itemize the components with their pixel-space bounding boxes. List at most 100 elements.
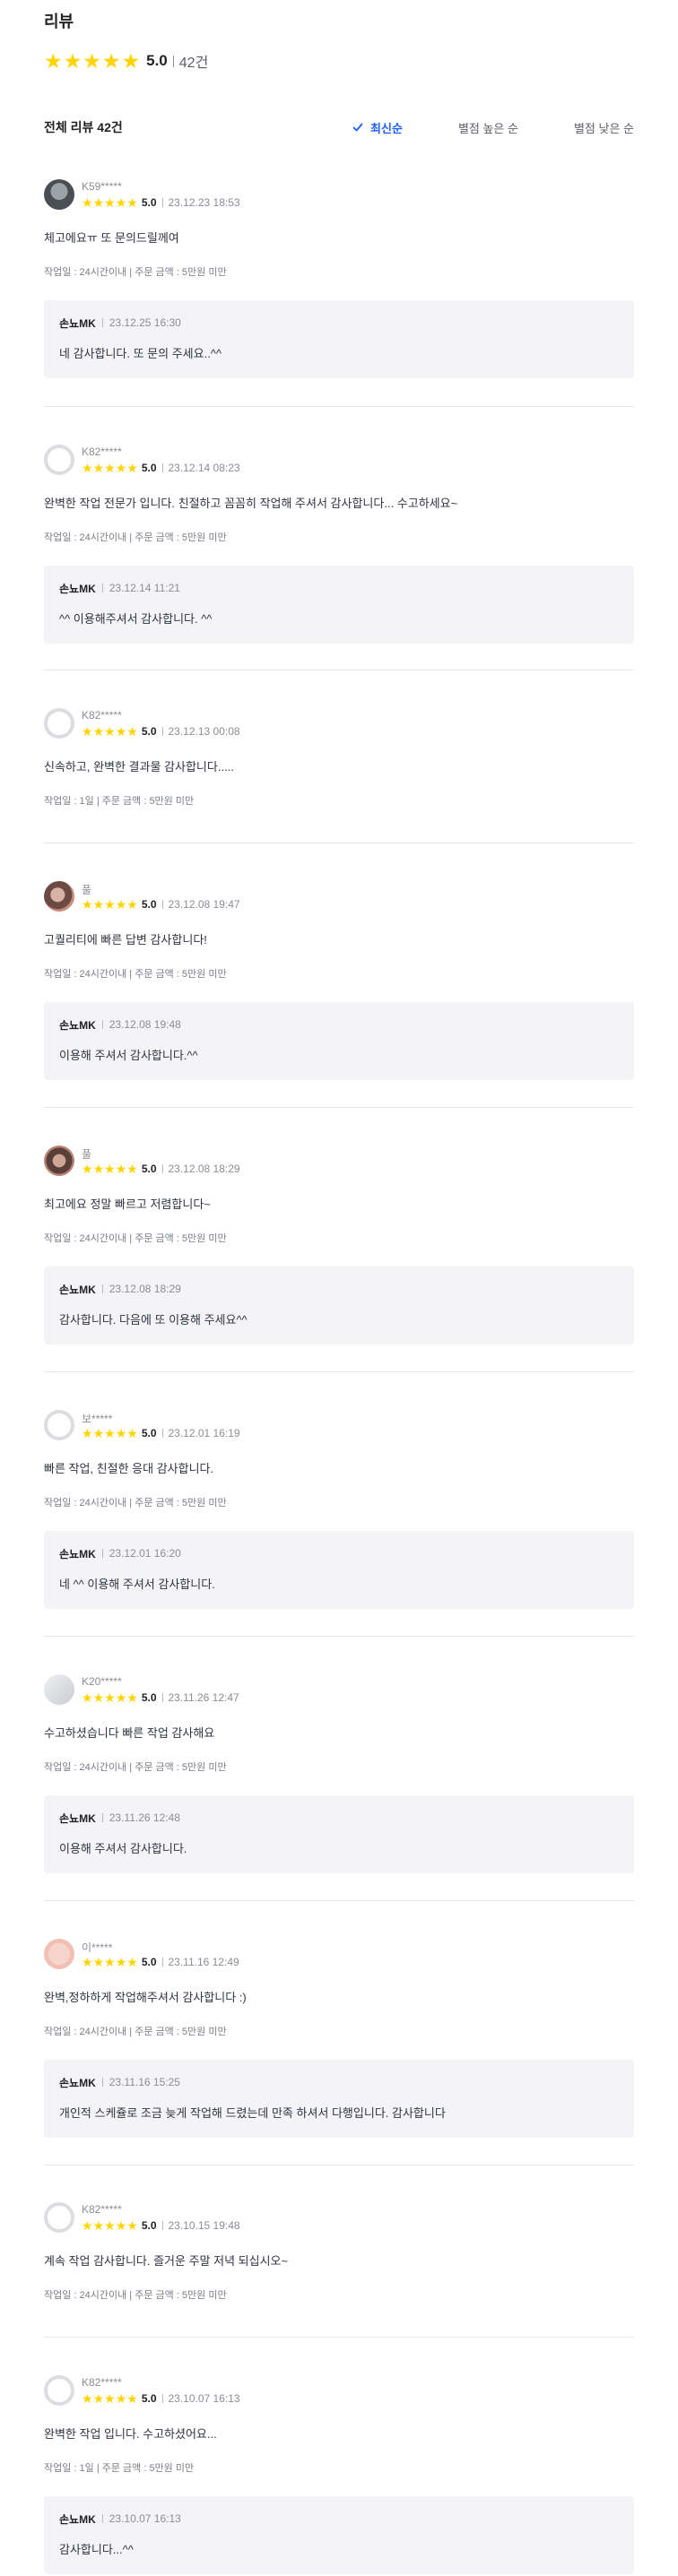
avatar <box>44 445 74 475</box>
star-icon: ★ <box>92 1162 105 1176</box>
review-stars: ★ ★ ★ ★ ★ <box>82 1427 138 1439</box>
review-date: 23.12.13 00:08 <box>168 725 240 738</box>
reviewer-nickname: 풀 <box>82 884 92 896</box>
avatar <box>44 1145 74 1176</box>
star-icon: ★ <box>92 195 105 210</box>
star-icon: ★ <box>104 2391 116 2406</box>
star-icon: ★ <box>115 461 127 475</box>
reply-date: 23.11.26 12:48 <box>109 1811 180 1824</box>
seller-reply: 손뇨MK 23.12.25 16:30 네 감사합니다. 또 문의 주세요..^^ <box>44 300 634 378</box>
divider <box>161 1693 163 1702</box>
review-score: 5.0 <box>141 898 157 911</box>
reply-date: 23.12.08 18:29 <box>109 1283 181 1295</box>
review-meta: 작업일 : 1일 | 주문 금액 : 5만원 미만 <box>44 2463 195 2474</box>
reviews-page: 리뷰 ★ ★ ★ ★ ★ 5.0 42건 전체 리뷰 42건 최신순 별점 높은… <box>0 0 678 2576</box>
reply-author: 손뇨MK <box>59 2512 96 2526</box>
avatar <box>44 179 74 210</box>
star-icon: ★ <box>92 461 105 475</box>
star-icon: ★ <box>126 1426 138 1440</box>
reply-text: 이용해 주셔서 감사합니다.^^ <box>59 1049 198 1062</box>
star-icon: ★ <box>115 195 127 210</box>
review-score: 5.0 <box>141 2219 157 2232</box>
star-icon: ★ <box>115 2391 127 2406</box>
avatar <box>44 1939 74 1969</box>
star-icon: ★ <box>115 724 127 739</box>
review-header: K82***** ★ ★ ★ ★ ★ 5.0 23.12.14 08:23 <box>44 445 634 480</box>
divider <box>161 727 163 736</box>
star-icon: ★ <box>92 1955 105 1969</box>
divider <box>161 900 163 909</box>
review-score: 5.0 <box>141 1956 157 1968</box>
reply-text: 감사합니다. 다음에 또 이용해 주세요^^ <box>59 1313 248 1327</box>
review-header: 풀 ★ ★ ★ ★ ★ 5.0 23.12.08 19:47 <box>44 881 634 917</box>
review-item: K82***** ★ ★ ★ ★ ★ 5.0 23.10.07 16:13 완벽한 작업 입니다… <box>44 2375 634 2574</box>
review-rating: ★ ★ ★ ★ ★ 5.0 23.12.13 00:08 <box>82 724 240 739</box>
review-date: 23.12.23 18:53 <box>168 196 240 209</box>
review-item: 풀 ★ ★ ★ ★ ★ 5.0 23.12.08 19:47 고퀄리티에 빠른 답변 감사합니다… <box>44 881 634 1080</box>
summary-stars: ★ ★ ★ ★ ★ <box>44 48 141 73</box>
seller-reply: 손뇨MK 23.10.07 16:13 감사합니다...^^ <box>44 2496 634 2574</box>
reviewer-nickname: K59***** <box>82 180 122 193</box>
review-meta: 작업일 : 24시간이내 | 주문 금액 : 5만원 미만 <box>44 2290 227 2301</box>
review-header: K59***** ★ ★ ★ ★ ★ 5.0 23.12.23 18:53 <box>44 179 634 215</box>
reply-author: 손뇨MK <box>59 316 96 330</box>
star-icon: ★ <box>126 1690 138 1705</box>
review-meta: 작업일 : 24시간이내 | 주문 금액 : 5만원 미만 <box>44 2027 227 2037</box>
divider <box>161 1164 163 1173</box>
star-icon: ★ <box>115 1955 127 1969</box>
reviewer-nickname: K82***** <box>82 445 122 458</box>
star-icon: ★ <box>104 461 116 475</box>
review-item: K82***** ★ ★ ★ ★ ★ 5.0 23.10.15 19:48 계속 작업 감사합니… <box>44 2202 634 2302</box>
reviewer-nickname: 보***** <box>82 1413 113 1425</box>
seller-reply: 손뇨MK 23.12.01 16:20 네 ^^ 이용해 주셔서 감사합니다. <box>44 1531 634 1609</box>
divider <box>161 2394 163 2403</box>
star-icon: ★ <box>115 1426 127 1440</box>
review-score: 5.0 <box>141 1427 157 1439</box>
star-icon: ★ <box>82 897 93 912</box>
star-icon: ★ <box>92 2391 105 2406</box>
avatar <box>44 2202 74 2233</box>
average-rating: 5.0 <box>146 52 168 69</box>
star-icon: ★ <box>44 48 63 73</box>
reply-text: 감사합니다...^^ <box>59 2543 134 2556</box>
review-rating: ★ ★ ★ ★ ★ 5.0 23.11.16 12:49 <box>82 1955 239 1969</box>
sort-low-rating[interactable]: 별점 낮은 순 <box>574 119 634 136</box>
reply-date: 23.12.08 19:48 <box>109 1018 181 1031</box>
divider <box>101 1549 103 1558</box>
review-header: 이***** ★ ★ ★ ★ ★ 5.0 23.11.16 12:49 <box>44 1939 634 1975</box>
reply-header: 손뇨MK 23.11.16 15:25 <box>59 2075 619 2089</box>
star-icon: ★ <box>104 1162 116 1176</box>
star-icon: ★ <box>115 897 127 912</box>
sort-latest[interactable]: 최신순 <box>352 119 403 136</box>
review-date: 23.11.26 12:47 <box>168 1691 239 1704</box>
page-title: 리뷰 <box>44 13 74 30</box>
review-meta: 작업일 : 24시간이내 | 주문 금액 : 5만원 미만 <box>44 969 227 980</box>
star-icon: ★ <box>115 1162 127 1176</box>
reply-date: 23.12.01 16:20 <box>109 1547 181 1560</box>
star-icon: ★ <box>126 897 138 912</box>
reply-date: 23.11.16 15:25 <box>109 2076 180 2088</box>
reviewer-nickname: K82***** <box>82 2376 122 2389</box>
star-icon: ★ <box>82 724 93 739</box>
review-rating: ★ ★ ★ ★ ★ 5.0 23.10.07 16:13 <box>82 2391 240 2406</box>
reviewer-nickname: K82***** <box>82 2203 122 2216</box>
star-icon: ★ <box>104 897 116 912</box>
divider <box>101 1813 103 1822</box>
reply-text: 이용해 주셔서 감사합니다. <box>59 1842 187 1855</box>
reply-header: 손뇨MK 23.12.01 16:20 <box>59 1546 619 1560</box>
seller-reply: 손뇨MK 23.12.08 19:48 이용해 주셔서 감사합니다.^^ <box>44 1002 634 1080</box>
review-toolbar: 전체 리뷰 42건 최신순 별점 높은 순 별점 낮은 순 <box>44 117 634 138</box>
review-item: K20***** ★ ★ ★ ★ ★ 5.0 23.11.26 12:47 수고하셨습니다 빠른… <box>44 1674 634 1873</box>
star-icon: ★ <box>104 195 116 210</box>
sort-high-rating[interactable]: 별점 높은 순 <box>458 119 518 136</box>
reply-text: 네 ^^ 이용해 주셔서 감사합니다. <box>59 1578 215 1591</box>
review-header: K82***** ★ ★ ★ ★ ★ 5.0 23.12.13 00:08 <box>44 708 634 744</box>
star-icon: ★ <box>104 1690 116 1705</box>
star-icon: ★ <box>82 1426 93 1440</box>
divider <box>101 1284 103 1293</box>
reply-author: 손뇨MK <box>59 1811 96 1825</box>
review-content: 신속하고, 완벽한 결과물 감사합니다..... <box>44 760 234 774</box>
avatar <box>44 2375 74 2406</box>
reviewer-nickname: 이***** <box>82 1941 113 1954</box>
review-item: K82***** ★ ★ ★ ★ ★ 5.0 23.12.14 08:23 완벽한 작업 전문가… <box>44 445 634 644</box>
